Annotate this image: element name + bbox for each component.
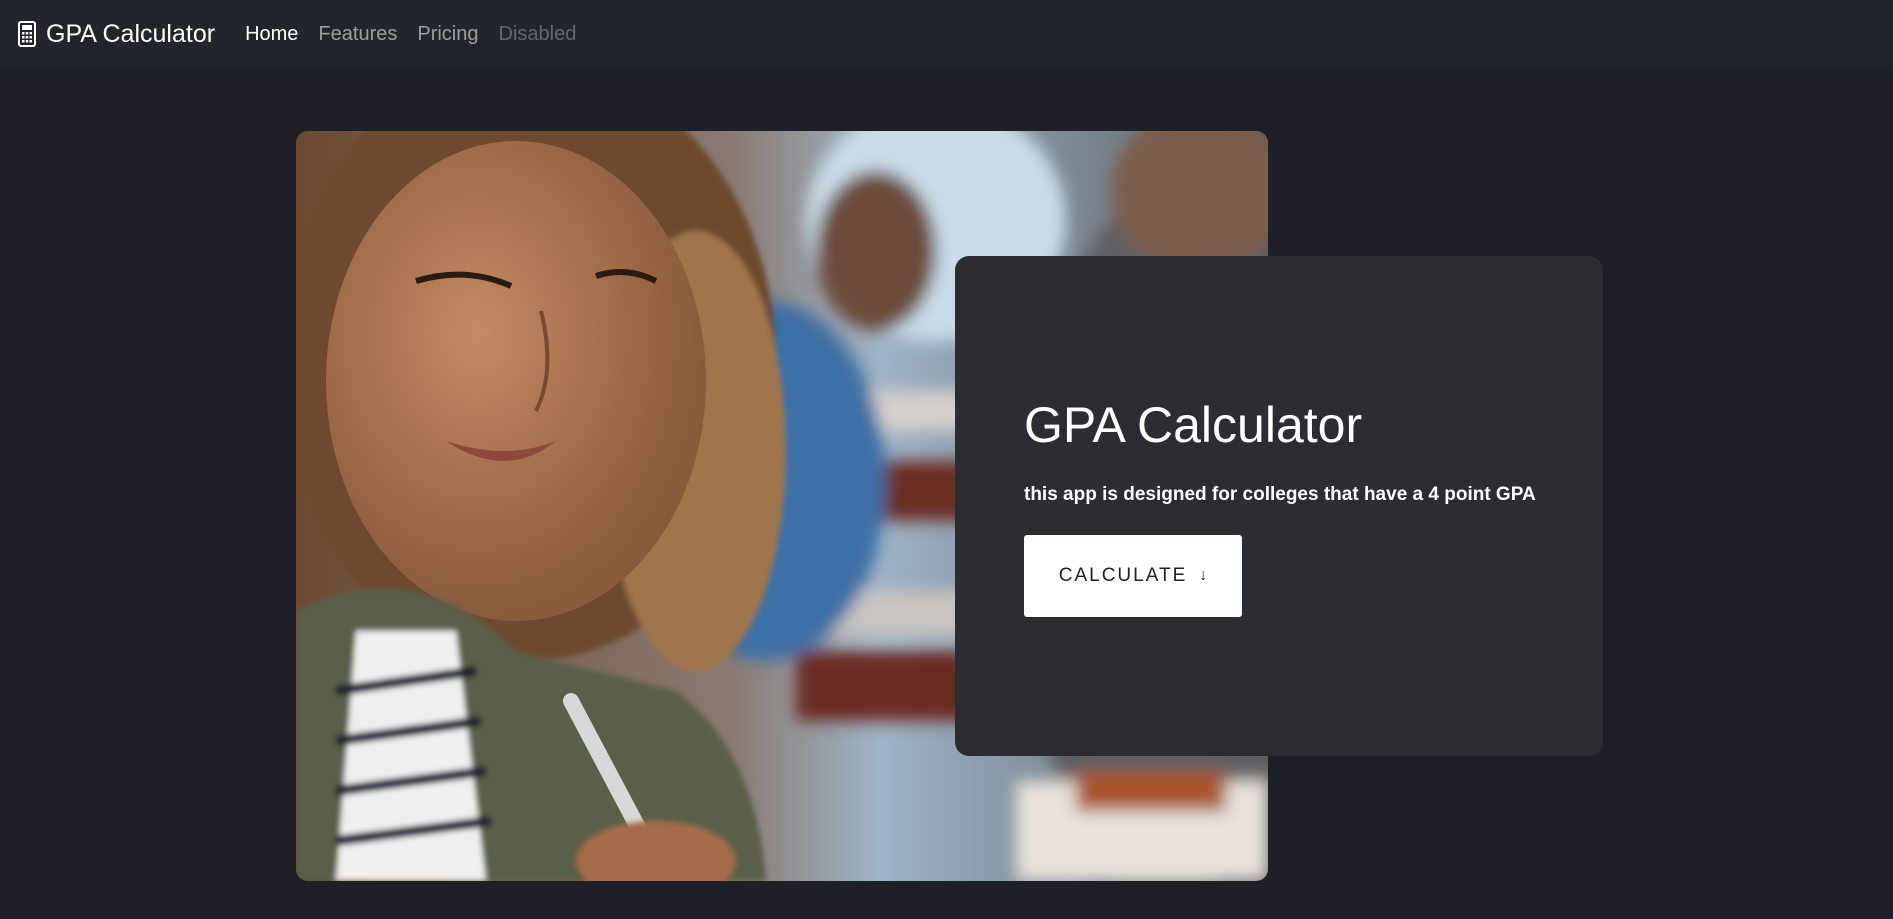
nav-link-pricing[interactable]: Pricing (417, 23, 478, 46)
nav-link-home[interactable]: Home (245, 23, 298, 46)
brand-link[interactable]: GPA Calculator (18, 20, 215, 49)
nav-links: Home Features Pricing Disabled (245, 23, 576, 46)
calculate-button[interactable]: CALCULATE ↓ (1024, 535, 1242, 617)
calculate-button-label: CALCULATE (1058, 565, 1188, 586)
nav-link-disabled: Disabled (498, 22, 577, 45)
navbar: GPA Calculator Home Features Pricing Dis… (0, 0, 1893, 68)
brand-label: GPA Calculator (46, 19, 216, 48)
arrow-down-icon: ↓ (1199, 567, 1208, 584)
hero-subtitle: this app is designed for colleges that h… (1024, 484, 1536, 505)
hero-card: GPA Calculator this app is designed for … (955, 256, 1603, 756)
nav-link-features[interactable]: Features (318, 23, 397, 46)
calculator-icon (18, 21, 36, 47)
hero-title: GPA Calculator (1024, 397, 1363, 453)
